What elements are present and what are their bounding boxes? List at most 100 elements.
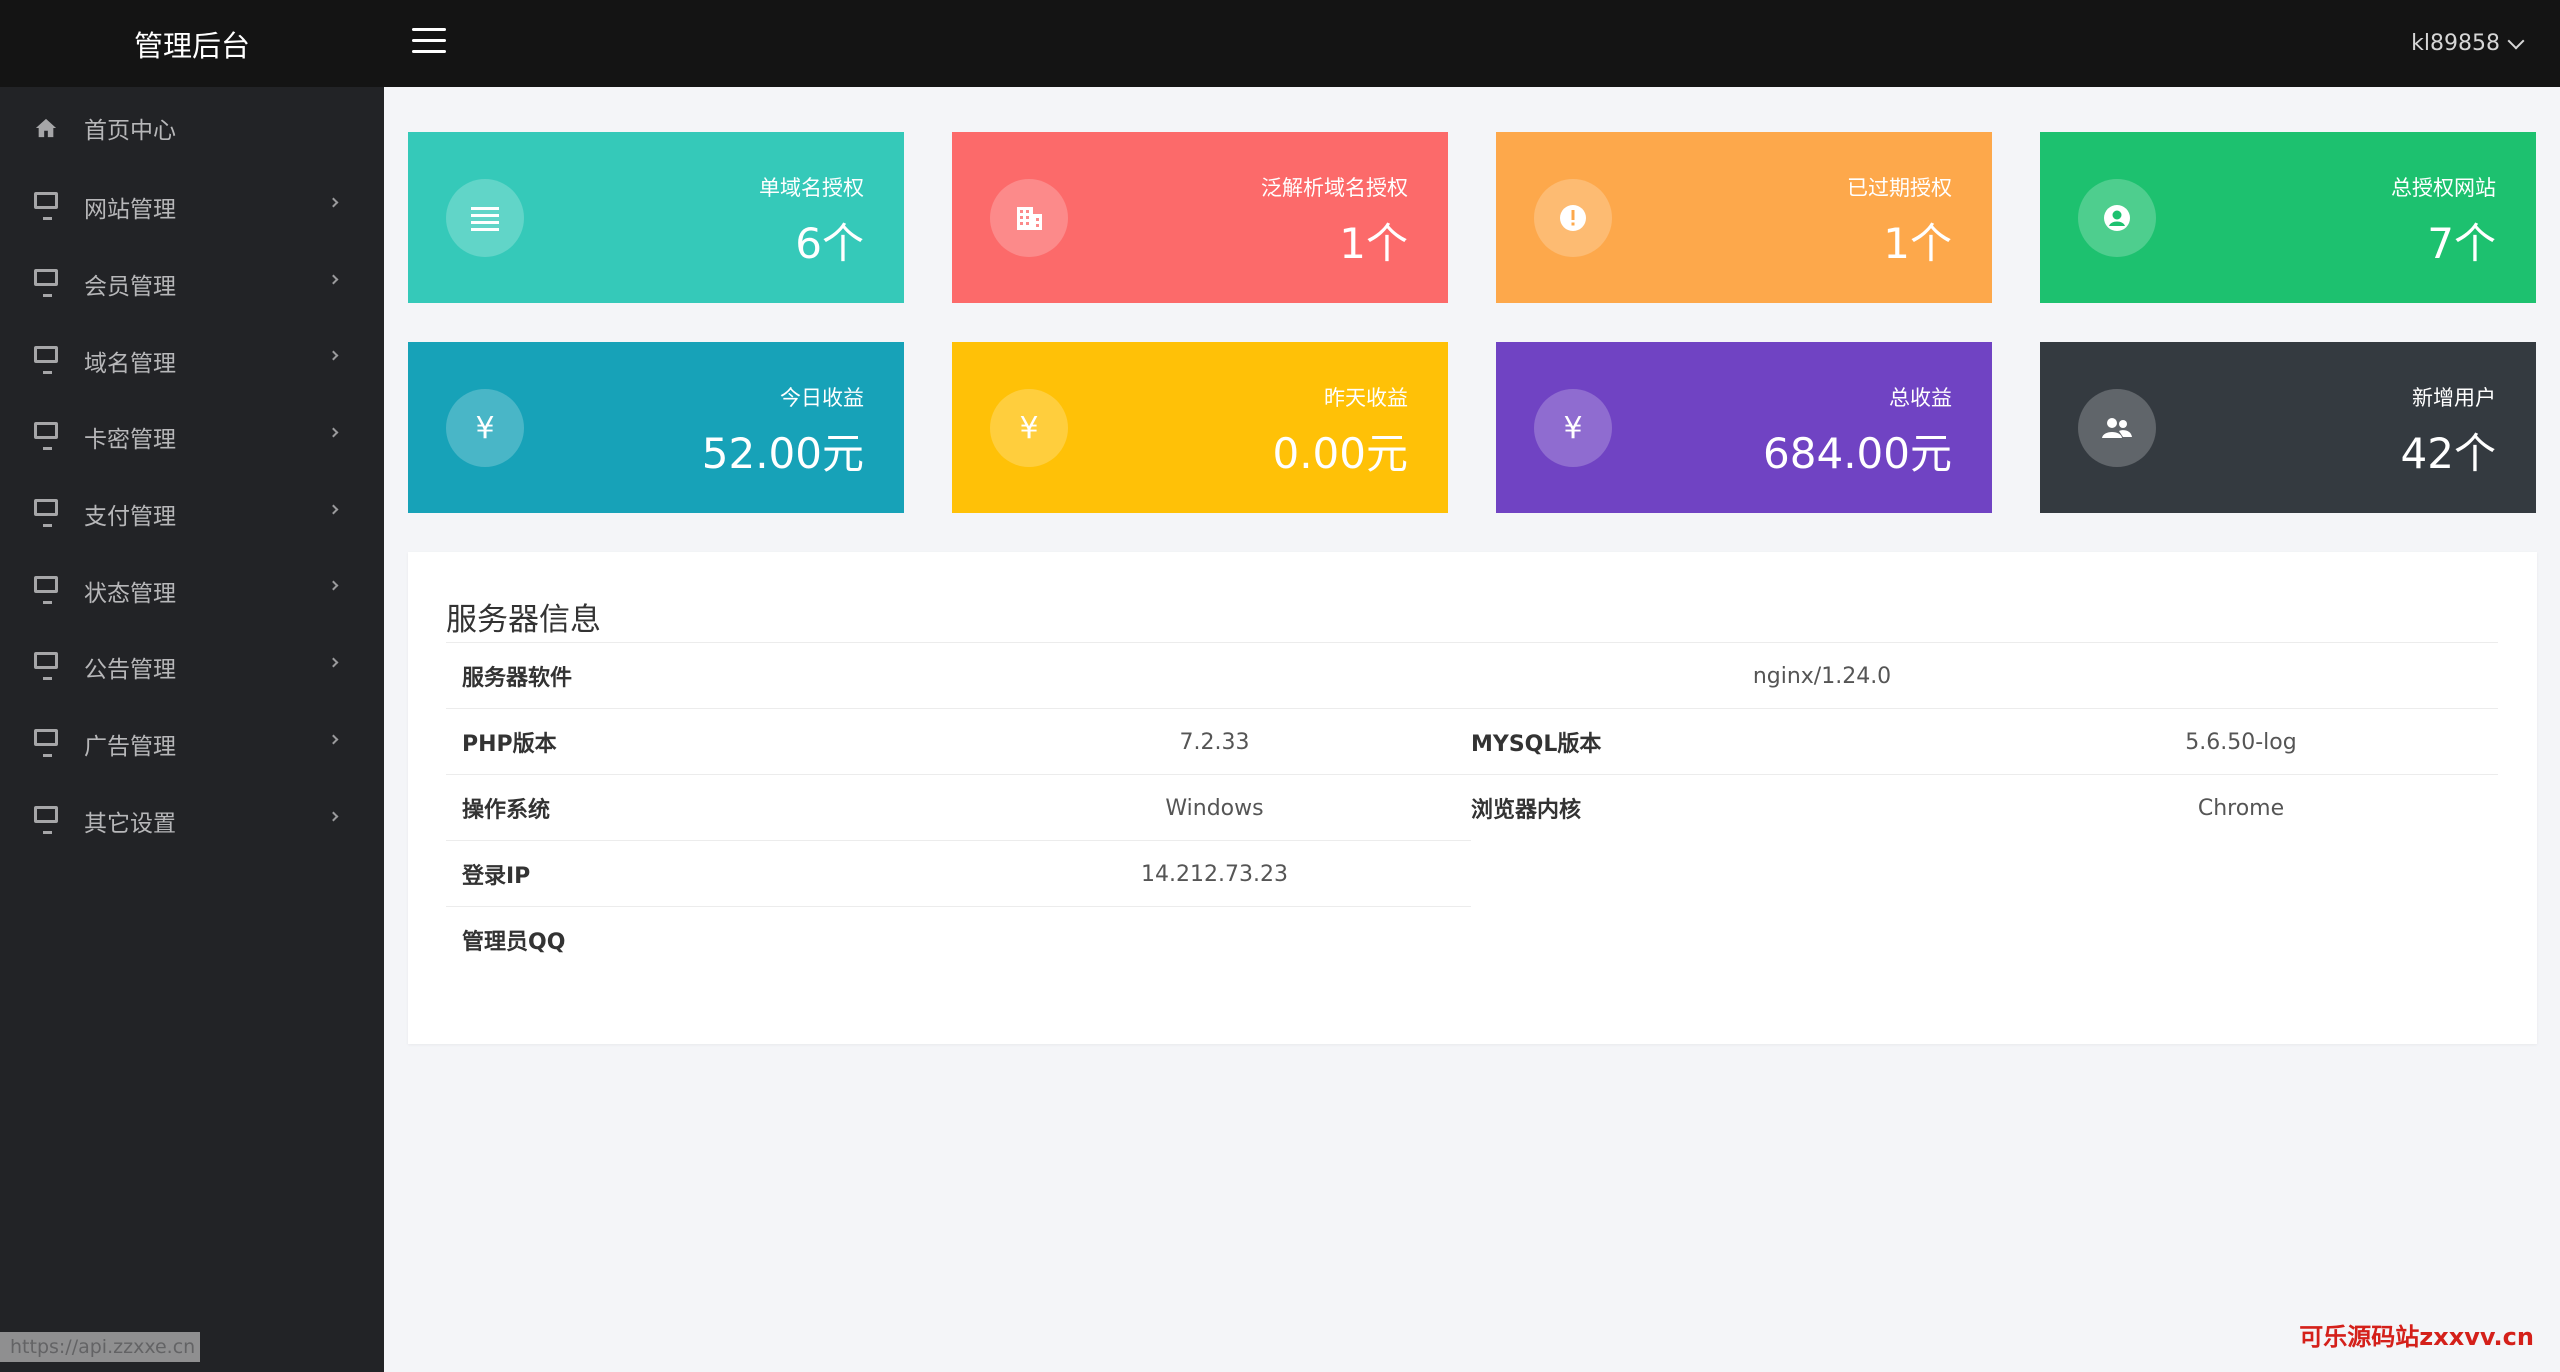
monitor-icon: [34, 805, 58, 834]
stat-label: 单域名授权: [759, 176, 864, 200]
chevron-right-icon: [328, 274, 339, 285]
building-icon: [1017, 207, 1042, 230]
sidebar-item-members[interactable]: 会员管理: [0, 246, 384, 323]
sidebar-item-label: 其它设置: [84, 810, 176, 837]
sidebar-item-label: 网站管理: [84, 197, 176, 224]
info-row-php: PHP版本 7.2.33: [446, 708, 1471, 774]
main-content: 单域名授权 6个 泛解析域名授权 1个 已过期授权 1个 总授权网站 7个 ¥ …: [384, 87, 2560, 1372]
sidebar: 首页中心 网站管理 会员管理 域名管理 卡密管理 支付管理 状态管理 公告管理 …: [0, 87, 384, 1372]
monitor-icon: [34, 575, 58, 604]
sidebar-item-settings[interactable]: 其它设置: [0, 783, 384, 860]
info-row-os: 操作系统 Windows: [446, 774, 1471, 840]
brand-title: 管理后台: [133, 28, 250, 63]
stat-card-single-domain[interactable]: 单域名授权 6个: [408, 132, 904, 303]
sidebar-item-status[interactable]: 状态管理: [0, 552, 384, 629]
info-key: MYSQL版本: [1471, 732, 1602, 757]
info-key: 服务器软件: [462, 666, 573, 691]
monitor-icon: [34, 729, 58, 758]
stat-label: 已过期授权: [1847, 176, 1952, 200]
info-row-qq: 管理员QQ: [446, 906, 1471, 972]
stat-label: 总收益: [1889, 386, 1952, 410]
panel-title: 服务器信息: [446, 602, 601, 638]
hamburger-menu-icon[interactable]: [412, 28, 446, 58]
stat-value: 42个: [2400, 429, 2496, 478]
monitor-icon: [34, 652, 58, 681]
username: kl89858: [2411, 31, 2500, 56]
chevron-right-icon: [328, 197, 339, 208]
sidebar-item-label: 状态管理: [84, 580, 176, 607]
sidebar-item-notices[interactable]: 公告管理: [0, 629, 384, 706]
info-key: 浏览器内核: [1471, 798, 1582, 823]
user-circle-icon: [2104, 205, 2130, 231]
chevron-right-icon: [328, 504, 339, 515]
sidebar-item-label: 域名管理: [84, 350, 176, 377]
users-icon: [2102, 418, 2132, 438]
status-bar-url: https://api.zzxxe.cn: [0, 1332, 200, 1362]
stat-value: 52.00元: [701, 429, 864, 478]
stat-value: 1个: [1883, 219, 1952, 268]
stat-label: 新增用户: [2412, 386, 2496, 410]
chevron-right-icon: [328, 580, 339, 591]
sidebar-item-domains[interactable]: 域名管理: [0, 322, 384, 399]
sidebar-item-sites[interactable]: 网站管理: [0, 169, 384, 246]
info-value: 14.212.73.23: [1141, 861, 1288, 887]
list-icon: [471, 207, 499, 231]
sidebar-item-ads[interactable]: 广告管理: [0, 706, 384, 783]
stat-card-new-users[interactable]: 新增用户 42个: [2040, 342, 2536, 513]
chevron-right-icon: [328, 657, 339, 668]
alert-icon: [1560, 205, 1586, 231]
info-row-software: 服务器软件 nginx/1.24.0: [446, 642, 2498, 708]
monitor-icon: [34, 499, 58, 528]
yen-icon: ¥: [1563, 410, 1583, 446]
stat-card-today-income[interactable]: ¥ 今日收益 52.00元: [408, 342, 904, 513]
stat-card-total-sites[interactable]: 总授权网站 7个: [2040, 132, 2536, 303]
info-row-mysql: MYSQL版本 5.6.50-log: [1471, 708, 2498, 774]
info-value: 7.2.33: [1179, 729, 1250, 755]
info-row-browser: 浏览器内核 Chrome: [1471, 774, 2498, 840]
stat-value: 0.00元: [1272, 429, 1408, 478]
chevron-right-icon: [328, 350, 339, 361]
info-value: Chrome: [2197, 795, 2285, 821]
sidebar-item-label: 公告管理: [84, 657, 176, 684]
yen-icon: ¥: [475, 410, 495, 446]
user-dropdown[interactable]: kl89858: [2411, 0, 2525, 87]
stat-card-wildcard-domain[interactable]: 泛解析域名授权 1个: [952, 132, 1448, 303]
monitor-icon: [34, 269, 58, 298]
chevron-right-icon: [328, 427, 339, 438]
server-info-panel: 服务器信息 服务器软件 nginx/1.24.0 PHP版本 7.2.33 MY…: [408, 552, 2537, 1044]
sidebar-item-label: 卡密管理: [84, 427, 176, 454]
stat-label: 今日收益: [780, 386, 864, 410]
stat-value: 684.00元: [1763, 429, 1952, 478]
info-key: 登录IP: [462, 864, 531, 889]
info-value: 5.6.50-log: [2185, 729, 2297, 755]
info-key: 操作系统: [462, 798, 551, 823]
stat-value: 7个: [2427, 219, 2496, 268]
monitor-icon: [34, 422, 58, 451]
info-value: Windows: [1165, 795, 1264, 821]
watermark: 可乐源码站zxxvv.cn: [2299, 1323, 2534, 1351]
chevron-down-icon: [2507, 32, 2525, 49]
sidebar-item-label: 支付管理: [84, 504, 176, 531]
info-key: PHP版本: [462, 732, 557, 757]
stat-card-yesterday-income[interactable]: ¥ 昨天收益 0.00元: [952, 342, 1448, 513]
monitor-icon: [34, 192, 58, 221]
stat-card-expired[interactable]: 已过期授权 1个: [1496, 132, 1992, 303]
stat-label: 昨天收益: [1324, 386, 1408, 410]
chevron-right-icon: [328, 811, 339, 821]
stat-value: 6个: [795, 219, 864, 268]
yen-icon: ¥: [1019, 410, 1039, 446]
info-key: 管理员QQ: [462, 930, 566, 955]
sidebar-item-payment[interactable]: 支付管理: [0, 476, 384, 553]
info-row-ip: 登录IP 14.212.73.23: [446, 840, 1471, 906]
stat-label: 泛解析域名授权: [1261, 176, 1408, 200]
sidebar-item-label: 会员管理: [84, 274, 176, 301]
stat-label: 总授权网站: [2391, 176, 2496, 200]
sidebar-item-home[interactable]: 首页中心: [0, 87, 384, 169]
chevron-right-icon: [328, 734, 339, 745]
stat-value: 1个: [1339, 219, 1408, 268]
stat-card-total-income[interactable]: ¥ 总收益 684.00元: [1496, 342, 1992, 513]
sidebar-item-cards[interactable]: 卡密管理: [0, 399, 384, 476]
monitor-icon: [34, 345, 58, 374]
sidebar-item-label: 广告管理: [84, 734, 176, 761]
top-bar: 管理后台 kl89858: [0, 0, 2560, 87]
